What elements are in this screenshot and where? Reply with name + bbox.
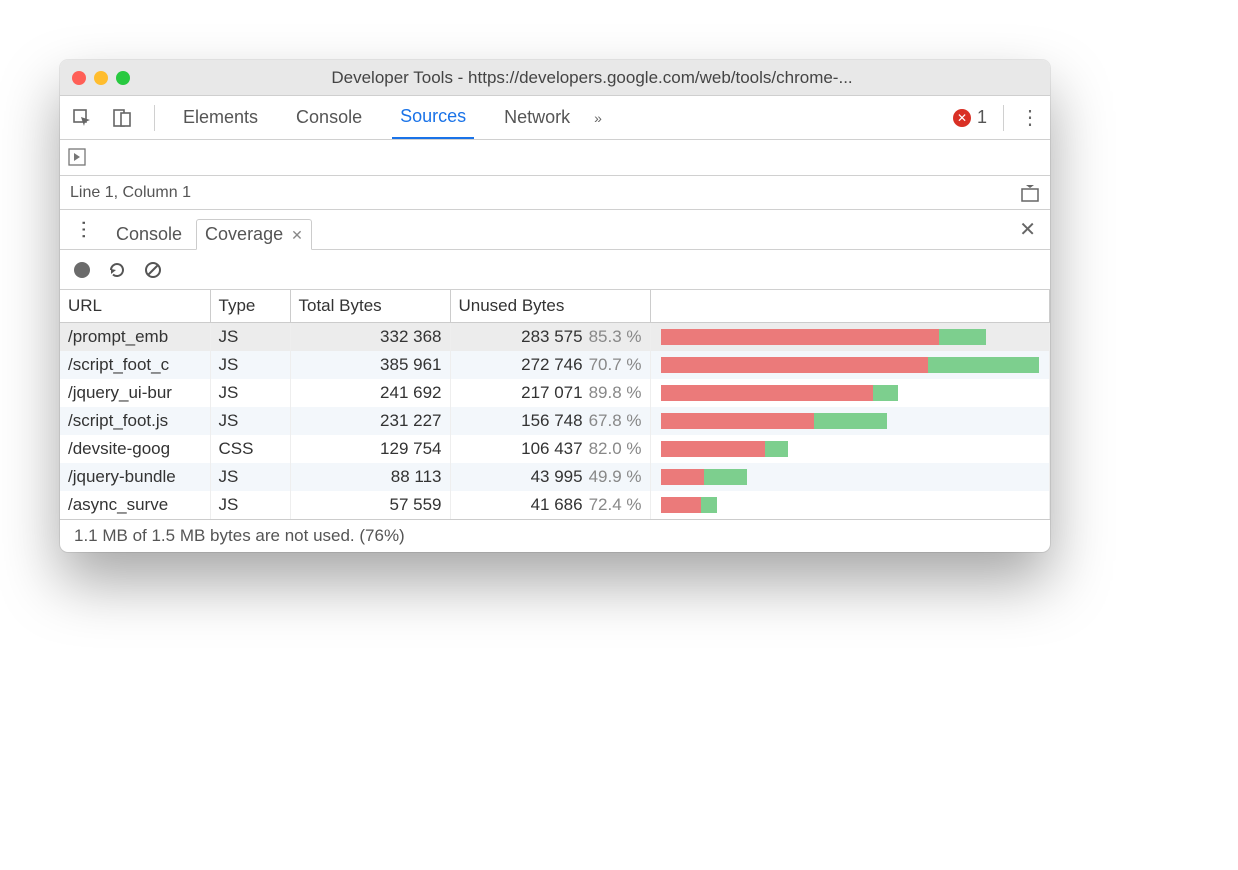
inspect-element-icon[interactable] [70, 106, 94, 130]
show-navigator-icon[interactable] [68, 148, 86, 166]
cell-url: /async_surve [60, 491, 210, 519]
clear-button[interactable] [144, 261, 162, 279]
table-row[interactable]: /prompt_embJS332 368283 57585.3 % [60, 323, 1050, 352]
cell-type: JS [210, 351, 290, 379]
main-tabs: Elements Console Sources Network [175, 96, 578, 139]
error-count[interactable]: 1 [977, 107, 987, 128]
cell-total: 129 754 [290, 435, 450, 463]
cell-unused: 41 68672.4 % [450, 491, 650, 519]
show-drawer-icon[interactable] [1020, 183, 1040, 203]
editor-status-row: Line 1, Column 1 [60, 176, 1050, 210]
zoom-window-button[interactable] [116, 71, 130, 85]
cell-total: 88 113 [290, 463, 450, 491]
header-bar[interactable] [650, 290, 1050, 323]
sources-editor-strip [60, 140, 1050, 176]
minimize-window-button[interactable] [94, 71, 108, 85]
cell-unused: 272 74670.7 % [450, 351, 650, 379]
cell-unused: 43 99549.9 % [450, 463, 650, 491]
tab-elements[interactable]: Elements [175, 96, 266, 139]
window-title: Developer Tools - https://developers.goo… [146, 68, 1038, 88]
cell-type: JS [210, 323, 290, 352]
cursor-position: Line 1, Column 1 [70, 184, 191, 202]
cell-type: JS [210, 463, 290, 491]
cell-total: 241 692 [290, 379, 450, 407]
close-window-button[interactable] [72, 71, 86, 85]
header-type[interactable]: Type [210, 290, 290, 323]
cell-unused: 156 74867.8 % [450, 407, 650, 435]
cell-usage-bar [650, 351, 1050, 379]
cell-total: 231 227 [290, 407, 450, 435]
table-row[interactable]: /async_surveJS57 55941 68672.4 % [60, 491, 1050, 519]
header-unused[interactable]: Unused Bytes [450, 290, 650, 323]
cell-usage-bar [650, 379, 1050, 407]
cell-url: /jquery-bundle [60, 463, 210, 491]
coverage-table: URL Type Total Bytes Unused Bytes /promp… [60, 290, 1050, 519]
cell-url: /devsite-goog [60, 435, 210, 463]
drawer-tabstrip: ⋯ ConsoleCoverage✕ ✕ [60, 210, 1050, 250]
titlebar: Developer Tools - https://developers.goo… [60, 60, 1050, 96]
cell-total: 332 368 [290, 323, 450, 352]
cell-unused: 283 57585.3 % [450, 323, 650, 352]
drawer-tab-coverage[interactable]: Coverage✕ [196, 219, 312, 250]
cell-url: /script_foot.js [60, 407, 210, 435]
cell-usage-bar [650, 323, 1050, 352]
drawer-menu-icon[interactable]: ⋯ [72, 220, 97, 240]
coverage-summary: 1.1 MB of 1.5 MB bytes are not used. (76… [60, 519, 1050, 552]
cell-url: /script_foot_c [60, 351, 210, 379]
cell-usage-bar [650, 435, 1050, 463]
reload-button[interactable] [108, 261, 126, 279]
cell-unused: 217 07189.8 % [450, 379, 650, 407]
window-controls [72, 71, 130, 85]
error-icon[interactable]: ✕ [953, 109, 971, 127]
device-toolbar-icon[interactable] [110, 106, 134, 130]
cell-usage-bar [650, 407, 1050, 435]
cell-type: CSS [210, 435, 290, 463]
coverage-toolbar [60, 250, 1050, 290]
devtools-tabstrip: Elements Console Sources Network » ✕ 1 ⋮ [60, 96, 1050, 140]
table-row[interactable]: /script_foot_cJS385 961272 74670.7 % [60, 351, 1050, 379]
tab-network[interactable]: Network [496, 96, 578, 139]
cell-url: /prompt_emb [60, 323, 210, 352]
more-tabs-icon[interactable]: » [594, 110, 602, 126]
cell-url: /jquery_ui-bur [60, 379, 210, 407]
table-row[interactable]: /jquery_ui-burJS241 692217 07189.8 % [60, 379, 1050, 407]
close-drawer-icon[interactable]: ✕ [1011, 213, 1044, 246]
table-row[interactable]: /script_foot.jsJS231 227156 74867.8 % [60, 407, 1050, 435]
header-url[interactable]: URL [60, 290, 210, 323]
table-row[interactable]: /jquery-bundleJS88 11343 99549.9 % [60, 463, 1050, 491]
cell-total: 57 559 [290, 491, 450, 519]
tab-console[interactable]: Console [288, 96, 370, 139]
table-row[interactable]: /devsite-googCSS129 754106 43782.0 % [60, 435, 1050, 463]
cell-usage-bar [650, 491, 1050, 519]
cell-type: JS [210, 379, 290, 407]
header-total[interactable]: Total Bytes [290, 290, 450, 323]
close-tab-icon[interactable]: ✕ [291, 227, 303, 243]
tab-sources[interactable]: Sources [392, 96, 474, 139]
cell-type: JS [210, 407, 290, 435]
cell-type: JS [210, 491, 290, 519]
settings-menu-icon[interactable]: ⋮ [1020, 105, 1040, 130]
devtools-window: Developer Tools - https://developers.goo… [60, 60, 1050, 552]
cell-unused: 106 43782.0 % [450, 435, 650, 463]
cell-usage-bar [650, 463, 1050, 491]
drawer-tab-console[interactable]: Console [108, 220, 190, 249]
cell-total: 385 961 [290, 351, 450, 379]
record-button[interactable] [74, 262, 90, 278]
